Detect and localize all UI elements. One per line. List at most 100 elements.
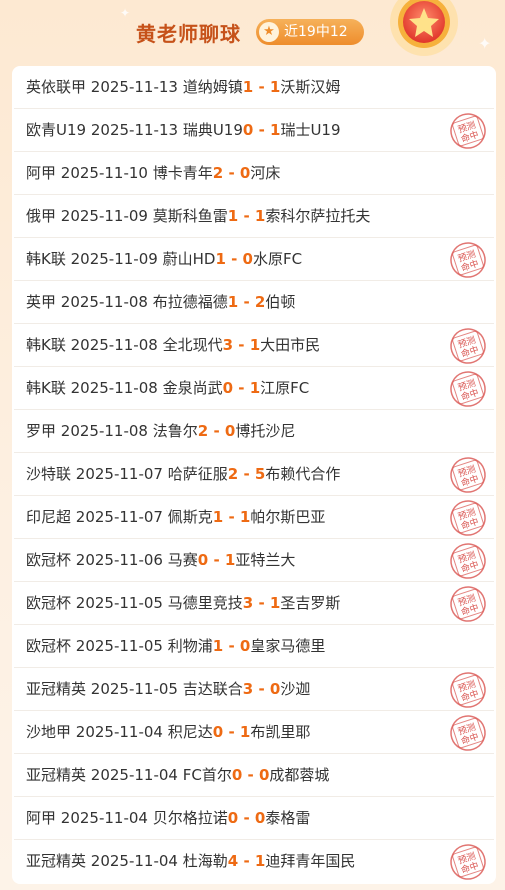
record-badge: ★ 近19中12: [256, 19, 364, 45]
match-text: 韩K联 2025-11-08 金泉尚武0 - 1江原FC: [26, 367, 309, 410]
home-score: 2: [212, 164, 224, 182]
match-date: 2025-11-04: [75, 723, 163, 741]
match-text: 欧冠杯 2025-11-05 马德里竞技3 - 1圣吉罗斯: [26, 582, 340, 625]
home-score: 4: [227, 852, 239, 870]
away-team: 成都蓉城: [269, 766, 330, 784]
match-text: 英甲 2025-11-08 布拉德福德1 - 2伯顿: [26, 281, 295, 324]
score-separator: -: [223, 723, 240, 741]
header: ✦ 黄老师聊球 ★ 近19中12 ✦: [0, 0, 505, 64]
home-team: 道纳姆镇: [182, 78, 243, 96]
away-team: 迪拜青年国民: [265, 852, 356, 870]
list-item[interactable]: 欧冠杯 2025-11-05 马德里竞技3 - 1圣吉罗斯 预测 命中: [14, 582, 494, 625]
sparkle-icon: ✦: [478, 34, 492, 53]
home-score: 2: [197, 422, 209, 440]
score-separator: -: [253, 594, 270, 612]
score-separator: -: [253, 121, 271, 139]
match-text: 韩K联 2025-11-09 蔚山HD1 - 0水原FC: [26, 238, 302, 281]
away-score: 1: [224, 551, 236, 569]
away-team: 伯顿: [265, 293, 296, 311]
match-date: 2025-11-13: [90, 78, 178, 96]
list-item[interactable]: 沙地甲 2025-11-04 积尼达0 - 1布凯里耶 预测 命中: [14, 711, 494, 754]
match-date: 2025-11-07: [75, 508, 163, 526]
home-score: 0: [227, 809, 239, 827]
score-separator: -: [242, 766, 259, 784]
list-item[interactable]: 罗甲 2025-11-08 法鲁尔2 - 0博托沙尼: [14, 410, 494, 453]
league-name: 亚冠精英: [26, 766, 87, 784]
home-team: 哈萨征服: [167, 465, 228, 483]
away-team: 沙迦: [280, 680, 311, 698]
league-name: 阿甲: [26, 809, 57, 827]
prediction-hit-stamp-icon: 预测命中: [450, 457, 486, 493]
league-name: 亚冠精英: [26, 852, 87, 870]
list-item[interactable]: 沙特联 2025-11-07 哈萨征服2 - 5布赖代合作 预测 命中: [14, 453, 494, 496]
prediction-hit-stamp-icon: 预测命中: [450, 715, 486, 751]
away-score: 1: [270, 121, 281, 139]
home-score: 1: [242, 78, 254, 96]
match-date: 2025-11-06: [75, 551, 163, 569]
away-score: 0: [258, 766, 270, 784]
league-name: 欧青U19: [26, 121, 87, 139]
score-separator: -: [238, 809, 255, 827]
match-date: 2025-11-09: [70, 250, 158, 268]
list-item[interactable]: 韩K联 2025-11-09 蔚山HD1 - 0水原FC 预测 命中: [14, 238, 494, 281]
home-team: 瑞典U19: [182, 121, 243, 139]
match-date: 2025-11-05: [90, 680, 178, 698]
league-name: 俄甲: [26, 207, 57, 225]
home-team: 莫斯科鱼雷: [152, 207, 228, 225]
list-item[interactable]: 英甲 2025-11-08 布拉德福德1 - 2伯顿: [14, 281, 494, 324]
list-item[interactable]: 亚冠精英 2025-11-05 吉达联合3 - 0沙迦 预测 命中: [14, 668, 494, 711]
sparkle-icon: ✦: [120, 6, 131, 20]
league-name: 亚冠精英: [26, 680, 87, 698]
list-item[interactable]: 俄甲 2025-11-09 莫斯科鱼雷1 - 1索科尔萨拉托夫: [14, 195, 494, 238]
list-item[interactable]: 阿甲 2025-11-10 博卡青年2 - 0河床: [14, 152, 494, 195]
score-separator: -: [223, 508, 240, 526]
home-score: 3: [242, 680, 254, 698]
home-score: 0: [242, 121, 254, 139]
list-item[interactable]: 欧青U19 2025-11-13 瑞典U190 - 1瑞士U19 预测 命中: [14, 109, 494, 152]
match-date: 2025-11-04: [60, 809, 148, 827]
home-score: 0: [212, 723, 224, 741]
away-team: 布赖代合作: [265, 465, 341, 483]
list-item[interactable]: 韩K联 2025-11-08 金泉尚武0 - 1江原FC 预测 命中: [14, 367, 494, 410]
home-team: 全北现代: [162, 336, 223, 354]
away-score: 0: [254, 809, 266, 827]
home-team: FC首尔: [182, 766, 232, 784]
home-score: 1: [215, 250, 226, 268]
record-badge-text: 近19中12: [284, 24, 348, 40]
list-item[interactable]: 阿甲 2025-11-04 贝尔格拉诺0 - 0泰格雷: [14, 797, 494, 840]
home-score: 1: [212, 508, 224, 526]
list-item[interactable]: 欧冠杯 2025-11-05 利物浦1 - 0皇家马德里: [14, 625, 494, 668]
away-score: 0: [239, 637, 251, 655]
away-score: 1: [254, 852, 266, 870]
away-score: 2: [254, 293, 266, 311]
away-team: 帕尔斯巴亚: [250, 508, 326, 526]
home-score: 0: [231, 766, 243, 784]
prediction-hit-stamp-icon: 预测命中: [450, 500, 486, 536]
match-date: 2025-11-07: [75, 465, 163, 483]
home-score: 1: [212, 637, 224, 655]
home-score: 0: [222, 379, 234, 397]
home-team: 博卡青年: [152, 164, 213, 182]
list-item[interactable]: 欧冠杯 2025-11-06 马赛0 - 1亚特兰大 预测 命中: [14, 539, 494, 582]
list-item[interactable]: 印尼超 2025-11-07 佩斯克1 - 1帕尔斯巴亚 预测 命中: [14, 496, 494, 539]
away-team: 大田市民: [260, 336, 321, 354]
list-item[interactable]: 亚冠精英 2025-11-04 FC首尔0 - 0成都蓉城: [14, 754, 494, 797]
list-item[interactable]: 韩K联 2025-11-08 全北现代3 - 1大田市民 预测 命中: [14, 324, 494, 367]
score-separator: -: [208, 422, 225, 440]
list-item[interactable]: 英依联甲 2025-11-13 道纳姆镇1 - 1沃斯汉姆: [14, 66, 494, 109]
home-score: 1: [227, 293, 239, 311]
prediction-hit-stamp-icon: 预测命中: [450, 113, 486, 149]
match-text: 亚冠精英 2025-11-04 FC首尔0 - 0成都蓉城: [26, 754, 329, 797]
match-date: 2025-11-04: [90, 852, 178, 870]
list-item[interactable]: 亚冠精英 2025-11-04 杜海勒4 - 1迪拜青年国民 预测 命中: [14, 840, 494, 883]
star-icon: ★: [259, 22, 279, 42]
away-score: 0: [224, 422, 236, 440]
match-text: 韩K联 2025-11-08 全北现代3 - 1大田市民: [26, 324, 320, 367]
score-separator: -: [238, 207, 255, 225]
away-score: 0: [269, 680, 281, 698]
score-separator: -: [238, 852, 255, 870]
home-team: 布拉德福德: [152, 293, 228, 311]
medal-icon: [390, 0, 458, 56]
score-separator: -: [223, 164, 240, 182]
prediction-hit-stamp-icon: 预测命中: [450, 543, 486, 579]
